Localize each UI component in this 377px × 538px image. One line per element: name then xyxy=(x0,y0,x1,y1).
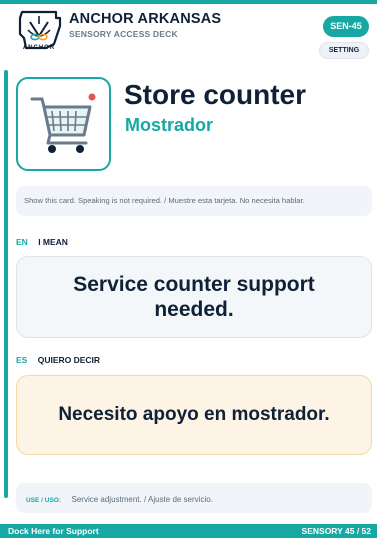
shopping-cart-icon xyxy=(30,93,96,153)
footer-support-label: Dock Here for Support xyxy=(8,526,99,536)
organization-name: ANCHOR ARKANSAS xyxy=(69,11,222,27)
left-accent-rail xyxy=(4,70,8,498)
header: ANCHOR ANCHOR ARKANSAS SENSORY ACCESS DE… xyxy=(0,4,377,64)
usage-note: USE / USO: Service adjustment. / Ajuste … xyxy=(16,483,372,513)
card-title-es: Mostrador xyxy=(125,115,214,135)
card-id-badge: SEN-45 xyxy=(323,16,369,37)
usage-text: Service adjustment. / Ajuste de servicio… xyxy=(71,495,213,504)
card-title-en: Store counter xyxy=(124,79,307,110)
deck-name: SENSORY ACCESS DECK xyxy=(69,29,178,39)
footer-page-counter: SENSORY 45 / 52 xyxy=(301,526,371,536)
instruction-banner: Show this card. Speaking is not required… xyxy=(16,186,372,216)
section-heading-en: I MEAN xyxy=(38,237,68,247)
anchor-logo-icon xyxy=(16,10,62,60)
language-code-es: ES xyxy=(16,355,28,365)
hero-icon-frame xyxy=(16,77,111,171)
setting-chip[interactable]: SETTING xyxy=(319,42,369,59)
logo-wordmark: ANCHOR xyxy=(22,45,56,51)
phrase-card-es: Necesito apoyo en mostrador. xyxy=(16,375,372,455)
phrase-card-en: Service counter support needed. xyxy=(16,256,372,338)
section-heading-es: QUIERO DECIR xyxy=(37,355,101,365)
section-header-en: EN I MEAN xyxy=(16,237,68,247)
language-code-en: EN xyxy=(16,237,28,247)
usage-label: USE / USO: xyxy=(26,497,62,504)
footer-bar: Dock Here for Support SENSORY 45 / 52 xyxy=(0,524,377,538)
section-header-es: ES QUIERO DECIR xyxy=(16,355,100,365)
